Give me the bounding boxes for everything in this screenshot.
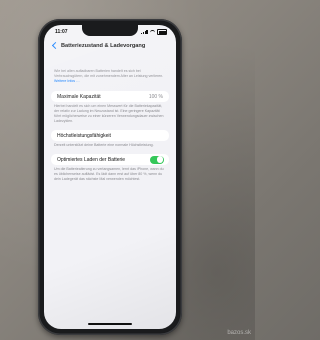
phone-screen: 11:07 Batteriezustand & Ladevorgang Wie … bbox=[44, 25, 176, 329]
optimized-charging-label: Optimiertes Laden der Batterie bbox=[57, 157, 126, 163]
iphone-device: 11:07 Batteriezustand & Ladevorgang Wie … bbox=[38, 19, 182, 335]
navigation-bar: Batteriezustand & Ladevorgang bbox=[44, 40, 176, 54]
battery-icon bbox=[157, 29, 167, 35]
max-capacity-label: Maximale Kapazität bbox=[57, 94, 101, 100]
optimized-charging-toggle[interactable] bbox=[150, 155, 164, 164]
status-icons bbox=[141, 29, 167, 35]
max-capacity-value: 100 % bbox=[148, 94, 163, 100]
wifi-icon bbox=[150, 29, 155, 35]
page-title: Batteriezustand & Ladevorgang bbox=[61, 43, 146, 49]
status-time: 11:07 bbox=[55, 29, 68, 35]
notch bbox=[82, 25, 138, 36]
optimized-charging-footnote: Um die Batteriealterung zu verlangsamen,… bbox=[54, 167, 164, 181]
max-capacity-footnote: Hierbei handelt es sich um einen Messwer… bbox=[54, 104, 164, 123]
peak-performance-label: Höchstleistungsfähigkeit bbox=[57, 133, 111, 139]
intro-text: Wie bei allen aufladbaren Batterien hand… bbox=[44, 69, 176, 84]
more-info-link[interactable]: Weitere Infos … bbox=[54, 79, 80, 83]
settings-content: Wie bei allen aufladbaren Batterien hand… bbox=[44, 69, 176, 182]
watermark: bazos.sk bbox=[227, 330, 251, 336]
intro-body: Wie bei allen aufladbaren Batterien hand… bbox=[54, 69, 164, 78]
chevron-left-icon[interactable] bbox=[51, 41, 60, 50]
optimized-charging-cell: Optimiertes Laden der Batterie bbox=[51, 154, 169, 165]
signal-icon bbox=[141, 30, 148, 34]
home-indicator[interactable] bbox=[88, 323, 132, 325]
peak-performance-cell: Höchstleistungsfähigkeit bbox=[51, 130, 169, 141]
max-capacity-cell: Maximale Kapazität 100 % bbox=[51, 91, 169, 102]
peak-performance-footnote: Derzeit unterstützt deine Batterie eine … bbox=[54, 143, 154, 147]
